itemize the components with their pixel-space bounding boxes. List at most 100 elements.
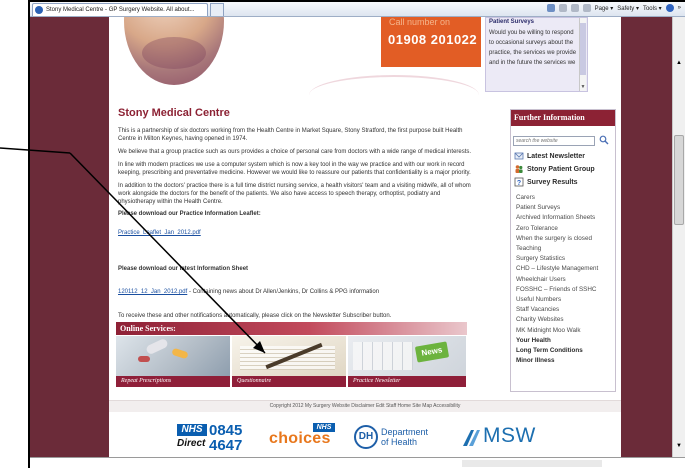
sidebar-item-useful-numbers[interactable]: Useful Numbers [516, 295, 616, 305]
tile-caption: Repeat Prescriptions [116, 376, 230, 387]
nhs-direct-word: Direct [177, 438, 206, 449]
favicon-icon [35, 6, 43, 14]
home-icon[interactable] [546, 4, 555, 12]
sidebar-item-archived-information-sheets[interactable]: Archived Information Sheets [516, 213, 616, 223]
sidebar-item-carers[interactable]: Carers [516, 193, 616, 203]
sidebar-item-charity-websites[interactable]: Charity Websites [516, 315, 616, 325]
sidebar-item-long-term-conditions[interactable]: Long Term Conditions [516, 346, 616, 356]
footer: Copyright 2012 My Surgery Website Discla… [109, 400, 621, 412]
sidebar-item-fosshc[interactable]: FOSSHC – Friends of SSHC [516, 285, 616, 295]
practice-newsletter-tile[interactable]: News Practice Newsletter [348, 336, 466, 387]
sidebar-item-chd-lifestyle[interactable]: CHD – Lifestyle Management [516, 264, 616, 274]
browser-tab[interactable]: Stony Medical Centre - GP Surgery Websit… [32, 3, 208, 16]
pill-icon [171, 347, 189, 360]
scroll-down-icon[interactable]: ▼ [674, 441, 684, 451]
intro-paragraph: In addition to the doctors' practice the… [118, 183, 471, 205]
new-tab-button[interactable] [210, 3, 224, 16]
scroll-thumb[interactable] [674, 135, 684, 225]
sidebar-item-staff-vacancies[interactable]: Staff Vacancies [516, 305, 616, 315]
site-header: Call number on 01908 201022 Patient Surv… [109, 17, 621, 102]
newsletter-note: To receive these and other notifications… [118, 313, 392, 319]
info-sheet-link[interactable]: 120112_12_Jan_2012.pdf [118, 289, 187, 295]
chevron-down-icon[interactable]: ▼ [580, 83, 586, 91]
dh-name: Department of Health [381, 427, 428, 447]
newsletter-icon [514, 152, 524, 160]
patient-group-icon [515, 165, 523, 173]
safety-menu[interactable]: Safety ▾ [617, 5, 639, 12]
phone-number: 01908 201022 [388, 32, 478, 47]
page-title: Stony Medical Centre [118, 107, 230, 119]
dh-line-1: Department [381, 427, 429, 437]
msw-text: MSW [483, 424, 536, 447]
svg-text:?: ? [517, 180, 521, 187]
pill-icon [145, 337, 169, 356]
read-mail-icon[interactable] [570, 4, 579, 12]
intro-paragraph: We believe that a group practice such as… [118, 149, 472, 155]
sidebar-item-surgery-statistics[interactable]: Surgery Statistics [516, 254, 616, 264]
dh-mark: DH [354, 425, 378, 449]
search-input[interactable] [513, 136, 595, 146]
leaflet-heading: Please download our Practice Information… [118, 211, 261, 217]
patient-surveys-scroll-thumb[interactable] [580, 23, 586, 75]
partner-logos: NHS Direct 0845 4647 NHS choices DH Depa… [109, 413, 621, 457]
help-icon[interactable] [665, 4, 674, 12]
status-segment [462, 460, 602, 467]
feeds-icon[interactable] [558, 4, 567, 12]
patient-surveys-box: Patient Surveys Would you be willing to … [485, 17, 588, 92]
main-content: Stony Medical Centre This is a partnersh… [118, 107, 475, 325]
status-bar [30, 457, 685, 468]
nhs-direct-number-2: 4647 [209, 437, 243, 454]
print-icon[interactable] [582, 4, 591, 12]
survey-results-link[interactable]: ? Survey Results [514, 177, 578, 187]
department-of-health-logo[interactable]: DH Department of Health [354, 425, 444, 451]
further-information-sidebar: Further Information Latest Newsletter [510, 109, 616, 392]
info-sheet-description: - Containing news about Dr Allen/Jenkins… [187, 289, 380, 295]
sidebar-item-moo-walk[interactable]: MK Midnight Moo Walk [516, 326, 616, 336]
sidebar-item-wheelchair-users[interactable]: Wheelchair Users [516, 275, 616, 285]
patient-surveys-scrollbar[interactable]: ▼ [579, 18, 586, 91]
news-key: News [414, 341, 450, 363]
nhs-direct-logo[interactable]: NHS Direct 0845 4647 [177, 422, 257, 454]
nhs-choices-word: choices [269, 430, 331, 447]
msw-swoosh-icon [463, 430, 480, 446]
patient-surveys-text: Would you be willing to respond to occas… [489, 30, 577, 66]
sidebar-item-minor-illness[interactable]: Minor Illness [516, 356, 616, 366]
leaflet-link[interactable]: Practice_Leaflet_Jan_2012.pdf [118, 230, 201, 236]
dh-line-2: of Health [381, 437, 418, 447]
footer-links[interactable]: Copyright 2012 My Surgery Website Discla… [109, 403, 621, 409]
nhs-choices-logo[interactable]: NHS choices [269, 423, 339, 453]
questionnaire-tile[interactable]: Questionnaire [232, 336, 346, 387]
sidebar-item-your-health[interactable]: Your Health [516, 336, 616, 346]
website-page: Call number on 01908 201022 Patient Surv… [109, 17, 621, 457]
latest-newsletter-link[interactable]: Latest Newsletter [514, 151, 585, 161]
tools-menu[interactable]: Tools ▾ [643, 5, 662, 12]
info-sheet-heading: Please download our latest Information S… [118, 266, 249, 272]
phone-box: Call number on 01908 201022 [381, 17, 481, 67]
scroll-up-icon[interactable]: ▲ [674, 58, 684, 68]
page-scrollbar[interactable]: ▲ ▼ [672, 17, 685, 457]
sidebar-item-surgery-closed[interactable]: When the surgery is closed [516, 234, 616, 244]
keyboard-image [353, 342, 413, 370]
pill-icon [138, 356, 150, 362]
command-bar: Page ▾ Safety ▾ Tools ▾ » [546, 4, 681, 12]
header-photo [124, 17, 224, 85]
patient-group-link[interactable]: Stony Patient Group [514, 164, 595, 174]
sidebar-item-patient-surveys[interactable]: Patient Surveys [516, 203, 616, 213]
browser-toolbar: Stony Medical Centre - GP Surgery Websit… [30, 2, 685, 17]
repeat-prescriptions-tile[interactable]: Repeat Prescriptions [116, 336, 230, 387]
more-commands[interactable]: » [678, 5, 681, 11]
sidebar-nav: Carers Patient Surveys Archived Informat… [516, 193, 616, 366]
survey-icon: ? [514, 177, 524, 187]
tile-caption: Questionnaire [232, 376, 346, 387]
msw-logo[interactable]: MSW [461, 423, 551, 453]
browser-viewport: Call number on 01908 201022 Patient Surv… [30, 17, 672, 457]
browser-tab-title: Stony Medical Centre - GP Surgery Websit… [46, 7, 195, 13]
page-menu[interactable]: Page ▾ [595, 5, 614, 12]
intro-paragraph: This is a partnership of six doctors wor… [118, 128, 463, 142]
outer-margin [0, 0, 28, 468]
tile-caption: Practice Newsletter [348, 376, 466, 387]
sidebar-item-zero-tolerance[interactable]: Zero Tolerance [516, 224, 616, 234]
search-icon[interactable] [599, 135, 609, 145]
sidebar-item-teaching[interactable]: Teaching [516, 244, 616, 254]
patient-surveys-title: Patient Surveys [489, 19, 535, 25]
